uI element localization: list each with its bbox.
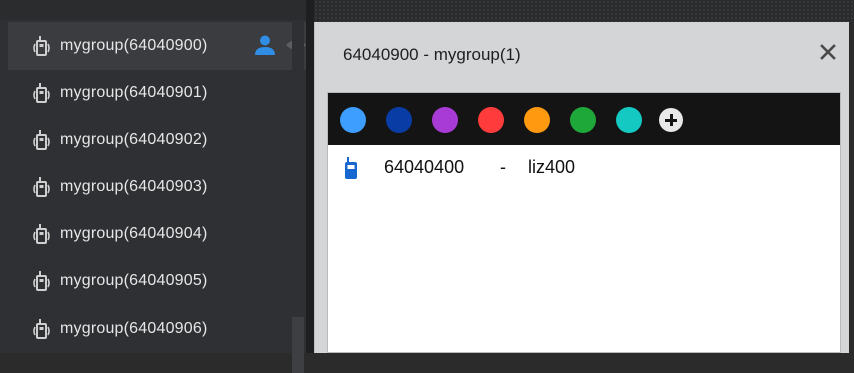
- group-item-64040900[interactable]: mygroup(64040900): [8, 22, 306, 70]
- group-item-64040903[interactable]: mygroup(64040903): [8, 163, 306, 211]
- color-swatch-navy[interactable]: [386, 107, 412, 133]
- group-item-64040905[interactable]: mygroup(64040905): [8, 257, 306, 305]
- group-item-64040904[interactable]: mygroup(64040904): [8, 210, 306, 258]
- group-item-64040902[interactable]: mygroup(64040902): [8, 116, 306, 164]
- group-label: mygroup(64040904): [60, 225, 208, 242]
- person-icon[interactable]: [254, 34, 276, 56]
- color-swatch-orange[interactable]: [524, 107, 550, 133]
- color-swatch-blue[interactable]: [340, 107, 366, 133]
- group-label: mygroup(64040900): [60, 37, 208, 54]
- walkie-talkie-icon: [33, 177, 50, 197]
- group-label: mygroup(64040902): [60, 131, 208, 148]
- dialog-title: 64040900 - mygroup(1): [343, 45, 521, 64]
- top-bar: [314, 0, 854, 22]
- walkie-talkie-icon: [33, 224, 50, 244]
- panel-divider[interactable]: [306, 0, 314, 353]
- sidebar-scrollbar[interactable]: [292, 20, 304, 373]
- scrollbar-thumb[interactable]: [292, 317, 304, 373]
- group-item-64040906[interactable]: mygroup(64040906): [8, 305, 306, 353]
- color-swatch-teal[interactable]: [616, 107, 642, 133]
- group-sidebar: mygroup(64040900) mygroup(64040901) mygr: [0, 0, 306, 373]
- group-members-dialog: 64040900 - mygroup(1) 64040400 - liz400: [314, 22, 849, 353]
- close-icon: [820, 44, 836, 60]
- walkie-talkie-icon: [33, 319, 50, 339]
- color-swatch-red[interactable]: [478, 107, 504, 133]
- radio-device-icon: [345, 157, 357, 179]
- member-panel: 64040400 - liz400: [327, 92, 841, 353]
- group-item-64040901[interactable]: mygroup(64040901): [8, 69, 306, 117]
- walkie-talkie-icon: [33, 83, 50, 103]
- sidebar-top-strip: [0, 0, 306, 20]
- close-button[interactable]: [817, 41, 839, 63]
- member-name: liz400: [528, 157, 576, 177]
- walkie-talkie-icon: [33, 36, 50, 56]
- walkie-talkie-icon: [33, 271, 50, 291]
- group-label: mygroup(64040905): [60, 272, 208, 289]
- group-label: mygroup(64040901): [60, 84, 208, 101]
- group-label: mygroup(64040906): [60, 320, 208, 337]
- member-row[interactable]: 64040400 - liz400: [328, 145, 840, 187]
- member-separator: -: [500, 157, 506, 177]
- group-label: mygroup(64040903): [60, 178, 208, 195]
- add-color-button[interactable]: [659, 108, 683, 132]
- walkie-talkie-icon: [33, 130, 50, 150]
- color-swatch-purple[interactable]: [432, 107, 458, 133]
- color-picker-bar: [328, 93, 840, 145]
- member-id: 64040400: [384, 157, 465, 177]
- color-swatch-green[interactable]: [570, 107, 596, 133]
